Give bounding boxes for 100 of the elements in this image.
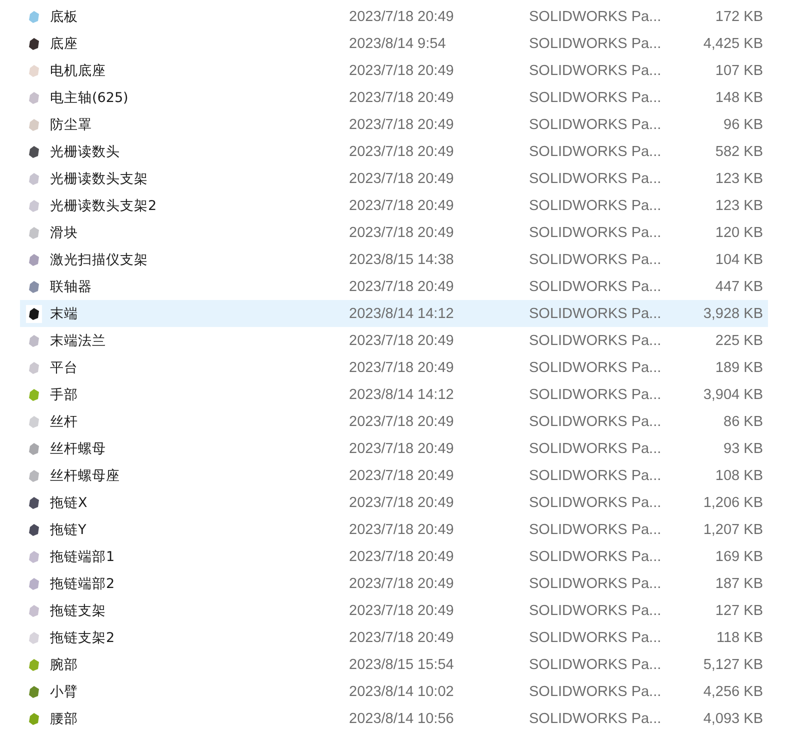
file-type: SOLIDWORKS Pa... [529,252,662,268]
file-size: 93 KB [722,440,763,456]
file-name: 末端法兰 [50,332,107,350]
modified-date: 2023/8/14 14:12 [349,386,455,402]
file-row[interactable]: 手部 2023/8/14 14:12 SOLIDWORKS Pa... 3,904 KB [20,381,768,408]
file-row[interactable]: 拖链支架 2023/7/18 20:49 SOLIDWORKS Pa... 127 KB [20,597,768,624]
file-row[interactable]: 拖链X 2023/7/18 20:49 SOLIDWORKS Pa... 1,206 KB [20,489,768,516]
file-name: 电主轴(625) [50,88,130,106]
file-name: 小臂 [50,682,79,700]
file-type: SOLIDWORKS Pa... [529,522,662,538]
file-row[interactable]: 拖链端部1 2023/7/18 20:49 SOLIDWORKS Pa... 169 KB [20,543,768,570]
file-row[interactable]: 末端 2023/8/14 14:12 SOLIDWORKS Pa... 3,928 KB [20,300,768,327]
file-size: 4,093 KB [702,710,763,726]
file-size: 123 KB [714,170,763,186]
modified-date: 2023/7/18 20:49 [349,278,455,294]
file-size: 4,425 KB [702,36,763,52]
file-size: 123 KB [714,198,763,214]
file-row[interactable]: 电机底座 2023/7/18 20:49 SOLIDWORKS Pa... 107 KB [20,57,768,84]
modified-date: 2023/7/18 20:49 [349,62,455,78]
file-row[interactable]: 底座 2023/8/14 9:54 SOLIDWORKS Pa... 4,425 KB [20,30,768,57]
file-type: SOLIDWORKS Pa... [529,278,662,294]
file-name: 拖链支架2 [50,628,116,646]
file-size: 148 KB [714,90,763,106]
file-row[interactable]: 激光扫描仪支架 2023/8/15 14:38 SOLIDWORKS Pa... 104 KB [20,246,768,273]
file-row[interactable]: 末端法兰 2023/7/18 20:49 SOLIDWORKS Pa... 225 KB [20,327,768,354]
file-name: 末端 [50,304,79,322]
file-name: 丝杆螺母座 [50,466,121,484]
modified-date: 2023/8/15 14:38 [349,252,455,268]
file-size: 169 KB [714,548,763,564]
file-size: 120 KB [714,224,763,240]
file-name: 底板 [50,8,79,26]
file-name: 光栅读数头支架 [50,170,149,188]
modified-date: 2023/7/18 20:49 [349,170,455,186]
file-row[interactable]: 拖链支架2 2023/7/18 20:49 SOLIDWORKS Pa... 118 KB [20,624,768,651]
file-row[interactable]: 小臂 2023/8/14 10:02 SOLIDWORKS Pa... 4,256 KB [20,678,768,705]
file-size: 189 KB [714,360,763,376]
modified-date: 2023/7/18 20:49 [349,576,455,592]
file-name: 丝杆螺母 [50,440,107,458]
file-row[interactable]: 丝杆螺母 2023/7/18 20:49 SOLIDWORKS Pa... 93 KB [20,435,768,462]
file-name: 拖链X [50,494,88,512]
file-size: 172 KB [714,8,763,24]
file-name: 拖链端部2 [50,574,116,592]
modified-date: 2023/7/18 20:49 [349,602,455,618]
file-size: 187 KB [714,576,763,592]
file-name: 光栅读数头支架2 [50,196,158,214]
file-size: 1,206 KB [702,494,763,510]
file-type: SOLIDWORKS Pa... [529,548,662,564]
modified-date: 2023/7/18 20:49 [349,90,455,106]
file-row[interactable]: 腰部 2023/8/14 10:56 SOLIDWORKS Pa... 4,093 KB [20,705,768,732]
file-type: SOLIDWORKS Pa... [529,170,662,186]
file-row[interactable]: 拖链Y 2023/7/18 20:49 SOLIDWORKS Pa... 1,207 KB [20,516,768,543]
file-row[interactable]: 腕部 2023/8/15 15:54 SOLIDWORKS Pa... 5,127 KB [20,651,768,678]
file-name: 丝杆 [50,412,79,430]
file-type: SOLIDWORKS Pa... [529,386,662,402]
file-row[interactable]: 光栅读数头 2023/7/18 20:49 SOLIDWORKS Pa... 582 KB [20,138,768,165]
file-name: 底座 [50,34,79,52]
file-type: SOLIDWORKS Pa... [529,684,662,700]
file-name: 拖链支架 [50,602,107,620]
file-row[interactable]: 滑块 2023/7/18 20:49 SOLIDWORKS Pa... 120 KB [20,219,768,246]
modified-date: 2023/7/18 20:49 [349,440,455,456]
file-name: 联轴器 [50,278,93,296]
file-row[interactable]: 丝杆 2023/7/18 20:49 SOLIDWORKS Pa... 86 KB [20,408,768,435]
file-row[interactable]: 防尘罩 2023/7/18 20:49 SOLIDWORKS Pa... 96 KB [20,111,768,138]
file-row[interactable]: 光栅读数头支架2 2023/7/18 20:49 SOLIDWORKS Pa... 123 KB [20,192,768,219]
file-row[interactable]: 平台 2023/7/18 20:49 SOLIDWORKS Pa... 189 KB [20,354,768,381]
file-type: SOLIDWORKS Pa... [529,494,662,510]
file-row[interactable]: 联轴器 2023/7/18 20:49 SOLIDWORKS Pa... 447 KB [20,273,768,300]
file-row[interactable]: 丝杆螺母座 2023/7/18 20:49 SOLIDWORKS Pa... 108 KB [20,462,768,489]
file-size: 127 KB [714,602,763,618]
file-type: SOLIDWORKS Pa... [529,576,662,592]
file-type: SOLIDWORKS Pa... [529,198,662,214]
modified-date: 2023/7/18 20:49 [349,414,455,430]
file-size: 86 KB [722,414,763,430]
file-name: 激光扫描仪支架 [50,250,149,268]
file-type: SOLIDWORKS Pa... [529,144,662,160]
modified-date: 2023/8/14 9:54 [349,36,447,52]
modified-date: 2023/8/15 15:54 [349,656,455,672]
file-type: SOLIDWORKS Pa... [529,656,662,672]
file-size: 118 KB [716,630,763,646]
file-type: SOLIDWORKS Pa... [529,468,662,484]
file-row[interactable]: 底板 2023/7/18 20:49 SOLIDWORKS Pa... 172 KB [20,3,768,30]
file-name: 电机底座 [50,62,107,80]
file-name: 拖链端部1 [50,548,116,566]
file-size: 96 KB [722,116,763,132]
modified-date: 2023/8/14 10:02 [349,684,455,700]
file-row[interactable]: 拖链端部2 2023/7/18 20:49 SOLIDWORKS Pa... 187 KB [20,570,768,597]
modified-date: 2023/7/18 20:49 [349,332,455,348]
file-type: SOLIDWORKS Pa... [529,414,662,430]
modified-date: 2023/7/18 20:49 [349,494,455,510]
file-size: 5,127 KB [702,656,763,672]
file-row[interactable]: 电主轴(625) 2023/7/18 20:49 SOLIDWORKS Pa... 148 KB [20,84,768,111]
file-type: SOLIDWORKS Pa... [529,710,662,726]
file-row[interactable]: 光栅读数头支架 2023/7/18 20:49 SOLIDWORKS Pa... 123 KB [20,165,768,192]
file-size: 4,256 KB [702,684,763,700]
file-type: SOLIDWORKS Pa... [529,602,662,618]
modified-date: 2023/7/18 20:49 [349,116,455,132]
file-name: 防尘罩 [50,116,93,134]
file-name: 平台 [50,358,79,376]
file-type: SOLIDWORKS Pa... [529,360,662,376]
modified-date: 2023/7/18 20:49 [349,8,455,24]
